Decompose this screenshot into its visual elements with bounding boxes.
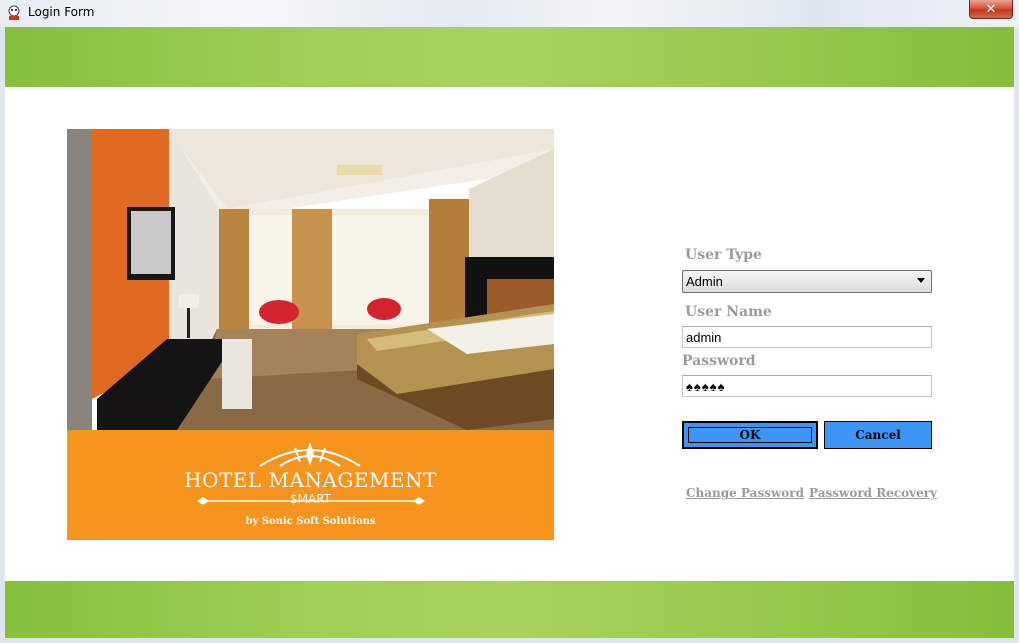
- user-type-select[interactable]: Admin: [682, 270, 932, 293]
- ok-button[interactable]: OK: [682, 421, 818, 449]
- app-icon: [8, 5, 20, 20]
- title-bar: Login Form ✕: [0, 0, 1019, 27]
- cancel-button[interactable]: Cancel: [824, 421, 932, 449]
- client-area: HOTEL MANAGEMENT $MART by Sonic Soft Sol…: [5, 27, 1014, 638]
- user-type-value: Admin: [686, 274, 723, 289]
- logo-byline: by Sonic Soft Solutions: [245, 516, 376, 527]
- password-input[interactable]: [682, 375, 932, 397]
- password-label: Password: [682, 353, 756, 369]
- user-type-label: User Type: [685, 247, 762, 263]
- logo-title: HOTEL MANAGEMENT: [184, 468, 437, 492]
- hotel-room-photo: [67, 129, 554, 430]
- window-frame-right: [1014, 27, 1019, 643]
- cancel-button-label: Cancel: [855, 428, 901, 442]
- window-title: Login Form: [28, 5, 95, 19]
- user-name-label: User Name: [685, 304, 772, 320]
- user-name-input[interactable]: [682, 326, 932, 348]
- header-band: [5, 27, 1014, 87]
- hotel-logo-panel: HOTEL MANAGEMENT $MART by Sonic Soft Sol…: [67, 430, 554, 540]
- ok-button-label: OK: [739, 428, 761, 442]
- hotel-banner-image: HOTEL MANAGEMENT $MART by Sonic Soft Sol…: [67, 129, 554, 540]
- logo-subtitle: $MART: [290, 492, 331, 506]
- close-button[interactable]: ✕: [969, 0, 1013, 19]
- close-icon: ✕: [985, 1, 997, 17]
- password-recovery-link[interactable]: Password Recovery: [809, 486, 937, 500]
- crown-ornament-icon: [259, 442, 361, 467]
- window-frame-bottom: [0, 638, 1019, 643]
- chevron-down-icon[interactable]: [917, 278, 925, 283]
- change-password-link[interactable]: Change Password: [686, 486, 804, 500]
- footer-band: [5, 581, 1014, 638]
